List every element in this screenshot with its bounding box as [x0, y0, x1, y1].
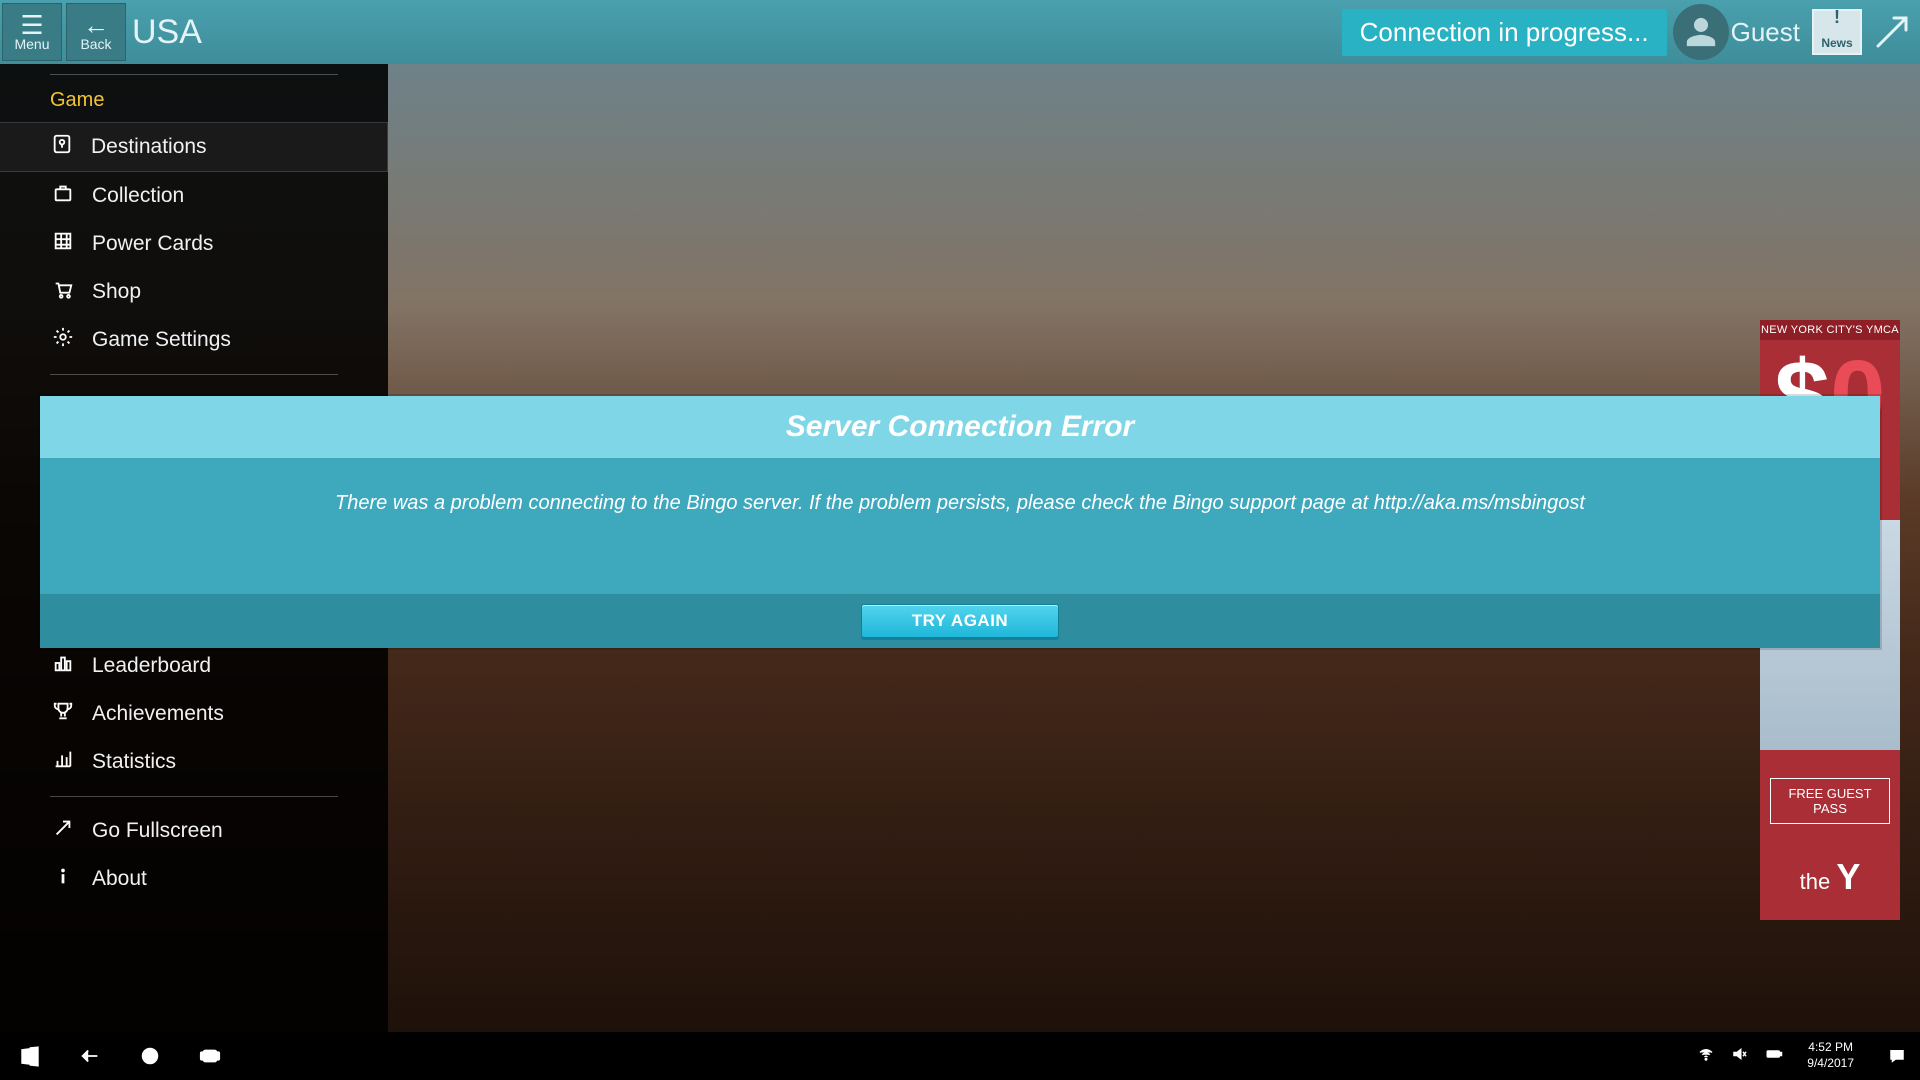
news-button-label: News — [1821, 36, 1852, 50]
circle-icon — [139, 1045, 161, 1067]
hamburger-icon: ☰ — [20, 12, 43, 38]
sidebar-item-label: Destinations — [91, 135, 207, 159]
action-center-button[interactable] — [1878, 1032, 1916, 1080]
clock-date: 9/4/2017 — [1807, 1056, 1854, 1072]
leaderboard-icon — [50, 652, 76, 680]
sidebar-item-destinations[interactable]: Destinations — [0, 122, 388, 172]
sidebar-item-statistics[interactable]: Statistics — [0, 738, 388, 786]
dialog-message: There was a problem connecting to the Bi… — [40, 458, 1880, 594]
back-button-label: Back — [80, 36, 111, 52]
news-alert-icon: ! — [1834, 7, 1840, 28]
task-view-icon — [199, 1045, 221, 1067]
sidebar-item-collection[interactable]: Collection — [0, 172, 388, 220]
info-icon — [50, 865, 76, 893]
ad-logo: the Y — [1760, 856, 1900, 898]
gear-icon — [50, 326, 76, 354]
system-tray: 4:52 PM 9/4/2017 — [1697, 1032, 1920, 1080]
sidebar-item-shop[interactable]: Shop — [0, 268, 388, 316]
map-pin-icon — [49, 133, 75, 161]
sidebar-item-leaderboard[interactable]: Leaderboard — [0, 642, 388, 690]
suitcase-icon — [50, 182, 76, 210]
battery-icon[interactable] — [1765, 1045, 1783, 1068]
back-button[interactable]: ← Back — [66, 3, 126, 61]
back-arrow-icon: ← — [83, 12, 109, 38]
sidebar-item-label: Power Cards — [92, 232, 213, 256]
sidebar-item-label: Collection — [92, 184, 184, 208]
sidebar-item-label: Achievements — [92, 702, 224, 726]
wifi-icon[interactable] — [1697, 1045, 1715, 1068]
user-name-label: Guest — [1731, 17, 1800, 48]
windows-icon — [19, 1045, 41, 1067]
try-again-button[interactable]: TRY AGAIN — [861, 604, 1059, 638]
sidebar-item-achievements[interactable]: Achievements — [0, 690, 388, 738]
sidebar-item-label: Shop — [92, 280, 141, 304]
task-view-button[interactable] — [180, 1032, 240, 1080]
cards-icon — [50, 230, 76, 258]
dialog-footer: TRY AGAIN — [40, 594, 1880, 648]
menu-button-label: Menu — [14, 36, 49, 52]
chart-icon — [50, 748, 76, 776]
menu-button[interactable]: ☰ Menu — [2, 3, 62, 61]
person-icon — [1684, 15, 1718, 49]
sidebar-item-go-fullscreen[interactable]: Go Fullscreen — [0, 807, 388, 855]
top-bar: ☰ Menu ← Back USA Connection in progress… — [0, 0, 1920, 64]
back-arrow-icon — [79, 1045, 101, 1067]
expand-icon — [50, 817, 76, 845]
ad-headline: NEW YORK CITY'S YMCA — [1760, 320, 1900, 340]
windows-taskbar: 4:52 PM 9/4/2017 — [0, 1032, 1920, 1080]
error-dialog: Server Connection Error There was a prob… — [40, 396, 1880, 648]
sidebar-item-game-settings[interactable]: Game Settings — [0, 316, 388, 364]
sidebar-item-about[interactable]: About — [0, 855, 388, 903]
sidebar-item-label: Go Fullscreen — [92, 819, 223, 843]
trophy-icon — [50, 700, 76, 728]
user-avatar[interactable] — [1673, 4, 1729, 60]
sidebar-item-label: About — [92, 867, 147, 891]
top-right-cluster: Connection in progress... Guest ! News — [1342, 0, 1920, 64]
cortana-button[interactable] — [120, 1032, 180, 1080]
sidebar-section-game: Game — [0, 75, 388, 122]
expand-arrow-icon — [1872, 12, 1912, 52]
sidebar-item-label: Statistics — [92, 750, 176, 774]
start-button[interactable] — [0, 1032, 60, 1080]
page-title: USA — [132, 13, 202, 52]
sidebar-item-power-cards[interactable]: Power Cards — [0, 220, 388, 268]
clock-time: 4:52 PM — [1807, 1040, 1854, 1056]
connection-status-badge: Connection in progress... — [1342, 9, 1667, 56]
taskbar-clock[interactable]: 4:52 PM 9/4/2017 — [1807, 1040, 1854, 1071]
notification-icon — [1888, 1047, 1906, 1065]
sidebar-item-label: Leaderboard — [92, 654, 211, 678]
fullscreen-toggle[interactable] — [1872, 12, 1912, 52]
sidebar-item-label: Game Settings — [92, 328, 231, 352]
news-button[interactable]: ! News — [1812, 9, 1862, 55]
cart-icon — [50, 278, 76, 306]
dialog-title: Server Connection Error — [40, 396, 1880, 458]
volume-icon[interactable] — [1731, 1045, 1749, 1068]
ad-cta-button[interactable]: FREE GUEST PASS — [1770, 778, 1890, 824]
taskbar-back-button[interactable] — [60, 1032, 120, 1080]
